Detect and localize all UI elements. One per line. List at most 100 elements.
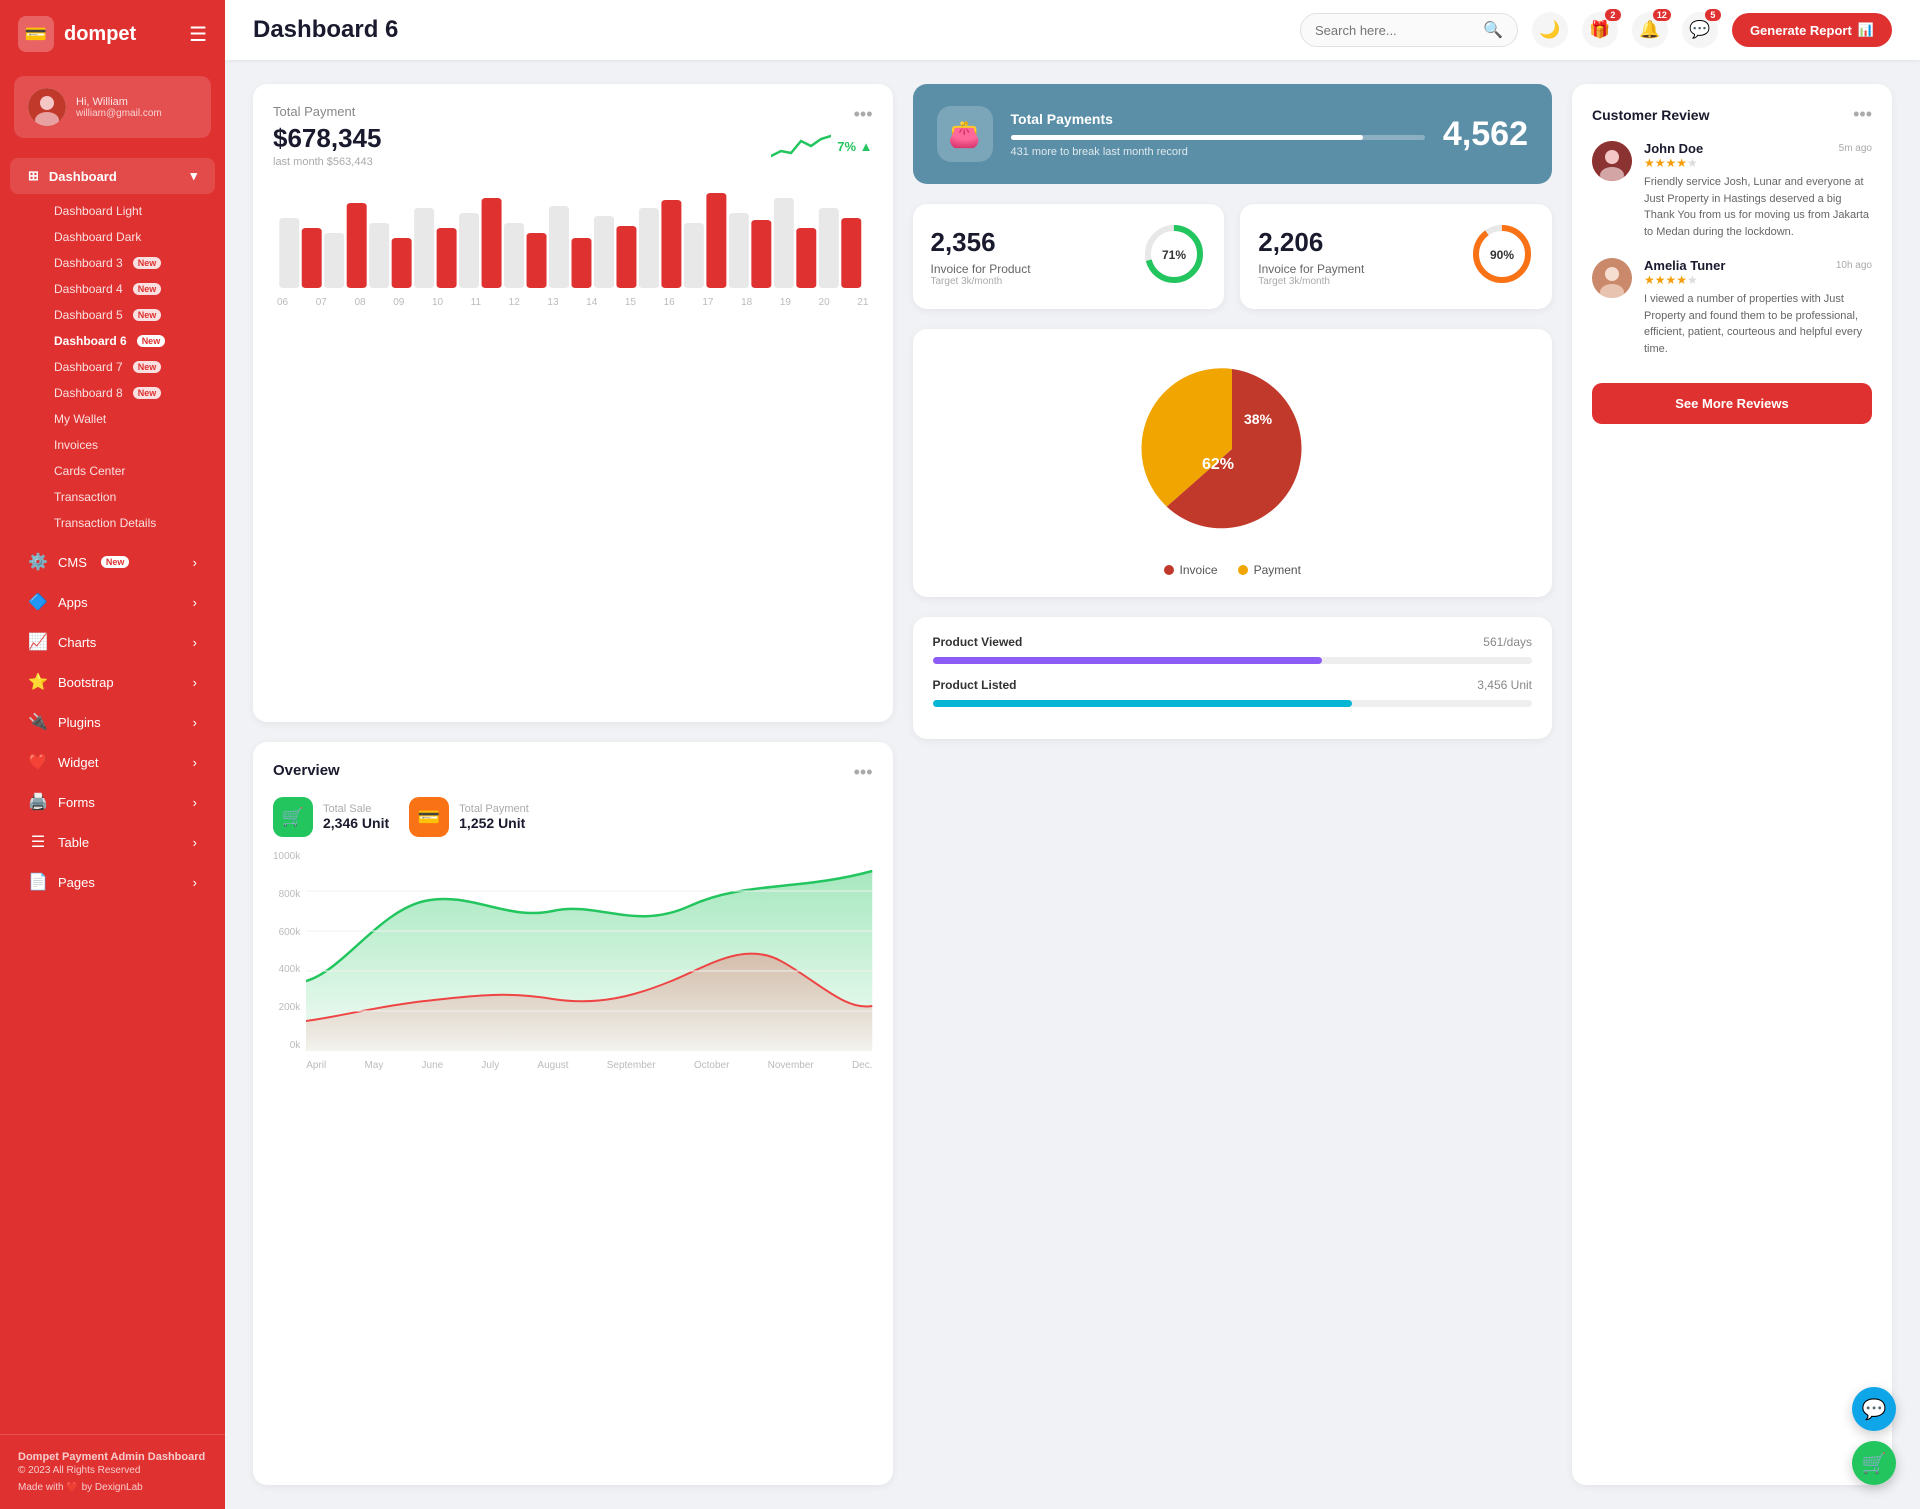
review-stars-2: ★★★★★ — [1644, 273, 1872, 287]
nav-dashboard[interactable]: ⊞ Dashboard ▾ — [10, 158, 215, 194]
sidebar-item-cards-center[interactable]: Cards Center — [44, 458, 225, 484]
hamburger-button[interactable]: ☰ — [189, 22, 207, 47]
pages-icon: 📄 — [28, 872, 48, 892]
invoice-product-info: 2,356 Invoice for Product Target 3k/mont… — [931, 227, 1031, 287]
product-viewed-fill — [933, 657, 1323, 664]
sidebar-item-invoices[interactable]: Invoices — [44, 432, 225, 458]
bell-button[interactable]: 🔔 12 — [1632, 12, 1668, 48]
user-greeting: Hi, William — [76, 96, 162, 108]
pie-legend: Invoice Payment — [933, 563, 1533, 577]
table-icon: ☰ — [28, 832, 48, 852]
logo-icon: 💳 — [18, 16, 54, 52]
sidebar-item-dashboard-4[interactable]: Dashboard 4 New — [44, 276, 225, 302]
arrow-right-icon: › — [193, 675, 197, 690]
arrow-right-icon: › — [193, 595, 197, 610]
total-payment-more-button[interactable]: ••• — [854, 104, 873, 125]
sidebar-item-dashboard-7[interactable]: Dashboard 7 New — [44, 354, 225, 380]
nav-item-widget[interactable]: ❤️Widget › — [10, 743, 215, 781]
product-listed-row: Product Listed 3,456 Unit — [933, 678, 1533, 692]
plugins-icon: 🔌 — [28, 712, 48, 732]
nav-item-forms[interactable]: 🖨️Forms › — [10, 783, 215, 821]
nav-item-bootstrap[interactable]: ⭐Bootstrap › — [10, 663, 215, 701]
product-listed-fill — [933, 700, 1353, 707]
sidebar-header: 💳 dompet ☰ — [0, 0, 225, 68]
nav-label-plugins: Plugins — [58, 715, 101, 730]
invoice-row: 2,356 Invoice for Product Target 3k/mont… — [913, 204, 1553, 309]
x-axis-labels: AprilMayJuneJulyAugustSeptemberOctoberNo… — [306, 1060, 872, 1071]
legend-payment: Payment — [1238, 563, 1301, 577]
nav-label-widget: Widget — [58, 755, 98, 770]
overview-more-button[interactable]: ••• — [854, 762, 873, 783]
footer-copy: © 2023 All Rights Reserved — [18, 1465, 207, 1476]
gift-button[interactable]: 🎁 2 — [1582, 12, 1618, 48]
review-stars-1: ★★★★★ — [1644, 156, 1872, 170]
nav-item-table[interactable]: ☰Table › — [10, 823, 215, 861]
nav-item-plugins[interactable]: 🔌Plugins › — [10, 703, 215, 741]
review-header: Customer Review ••• — [1592, 104, 1872, 125]
review-text-1: Friendly service Josh, Lunar and everyon… — [1644, 174, 1872, 240]
user-name: William — [93, 96, 128, 108]
y-axis-labels: 1000k800k600k400k200k0k — [273, 851, 306, 1051]
sidebar-item-dashboard-3[interactable]: Dashboard 3 New — [44, 250, 225, 276]
floating-buttons: 💬 🛒 — [1852, 1387, 1896, 1485]
review-title: Customer Review — [1592, 107, 1709, 123]
sale-icon: 🛒 — [273, 797, 313, 837]
nav-item-charts[interactable]: 📈Charts › — [10, 623, 215, 661]
svg-text:38%: 38% — [1244, 411, 1273, 427]
stat-total-sale: 🛒 Total Sale 2,346 Unit — [273, 797, 389, 837]
invoice-product-number: 2,356 — [931, 227, 1031, 258]
pie-chart-svg: 62% 38% — [1122, 349, 1342, 549]
bar-chart — [273, 178, 873, 293]
sidebar-item-dashboard-8[interactable]: Dashboard 8 New — [44, 380, 225, 406]
blue-card-title: Total Payments — [1011, 111, 1425, 127]
product-listed-track — [933, 700, 1533, 707]
review-item-1: John Doe 5m ago ★★★★★ Friendly service J… — [1592, 141, 1872, 240]
nav-label-cms: CMS — [58, 555, 87, 570]
search-box[interactable]: 🔍 — [1300, 13, 1518, 47]
payment-label: Total Payment — [459, 803, 529, 815]
customer-review-card: Customer Review ••• John Doe — [1572, 84, 1892, 1485]
sidebar-item-dashboard-6[interactable]: Dashboard 6 New — [44, 328, 225, 354]
logo-text: dompet — [64, 23, 136, 46]
nav-item-cms[interactable]: ⚙️CMSNew › — [10, 543, 215, 581]
product-viewed-value: 561/days — [1483, 635, 1532, 649]
theme-toggle-button[interactable]: 🌙 — [1532, 12, 1568, 48]
see-more-reviews-button[interactable]: See More Reviews — [1592, 383, 1872, 424]
area-chart-svg-container: AprilMayJuneJulyAugustSeptemberOctoberNo… — [306, 851, 872, 1071]
support-float-button[interactable]: 💬 — [1852, 1387, 1896, 1431]
product-viewed-label: Product Viewed — [933, 635, 1023, 649]
dashboard-grid-icon: ⊞ — [28, 168, 39, 184]
cart-icon: 🛒 — [1862, 1451, 1887, 1476]
user-info: Hi, William william@gmail.com — [76, 96, 162, 119]
nav-dashboard-label: Dashboard — [49, 169, 117, 184]
widget-icon: ❤️ — [28, 752, 48, 772]
sidebar-item-transaction-details[interactable]: Transaction Details — [44, 510, 225, 536]
invoice-payment-donut: 90% — [1470, 222, 1534, 291]
reviewer-name-1: John Doe — [1644, 141, 1703, 156]
search-input[interactable] — [1315, 23, 1475, 38]
review-more-button[interactable]: ••• — [1853, 104, 1872, 125]
cart-float-button[interactable]: 🛒 — [1852, 1441, 1896, 1485]
total-payment-info: Total Payment $678,345 last month $563,4… — [273, 104, 381, 168]
total-payment-title: Total Payment — [273, 104, 381, 119]
content: Total Payment $678,345 last month $563,4… — [225, 60, 1920, 1509]
sidebar-item-dashboard-dark[interactable]: Dashboard Dark — [44, 224, 225, 250]
sidebar-item-dashboard-light[interactable]: Dashboard Light — [44, 198, 225, 224]
pie-chart-card: 62% 38% Invoice Payment — [913, 329, 1553, 597]
generate-report-button[interactable]: Generate Report 📊 — [1732, 13, 1892, 47]
nav-item-pages[interactable]: 📄Pages › — [10, 863, 215, 901]
forms-icon: 🖨️ — [28, 792, 48, 812]
cms-icon: ⚙️ — [28, 552, 48, 572]
sidebar-item-dashboard-5[interactable]: Dashboard 5 New — [44, 302, 225, 328]
chat-button[interactable]: 💬 5 — [1682, 12, 1718, 48]
nav-item-apps[interactable]: 🔷Apps › — [10, 583, 215, 621]
sidebar-item-my-wallet[interactable]: My Wallet — [44, 406, 225, 432]
nav-label-table: Table — [58, 835, 89, 850]
support-icon: 💬 — [1862, 1397, 1887, 1422]
nav-label-charts: Charts — [58, 635, 96, 650]
invoice-product-label: Invoice for Product — [931, 262, 1031, 276]
sidebar-item-transaction[interactable]: Transaction — [44, 484, 225, 510]
overview-title: Overview — [273, 762, 340, 779]
arrow-right-icon: › — [193, 875, 197, 890]
review-time-1: 5m ago — [1839, 143, 1872, 154]
